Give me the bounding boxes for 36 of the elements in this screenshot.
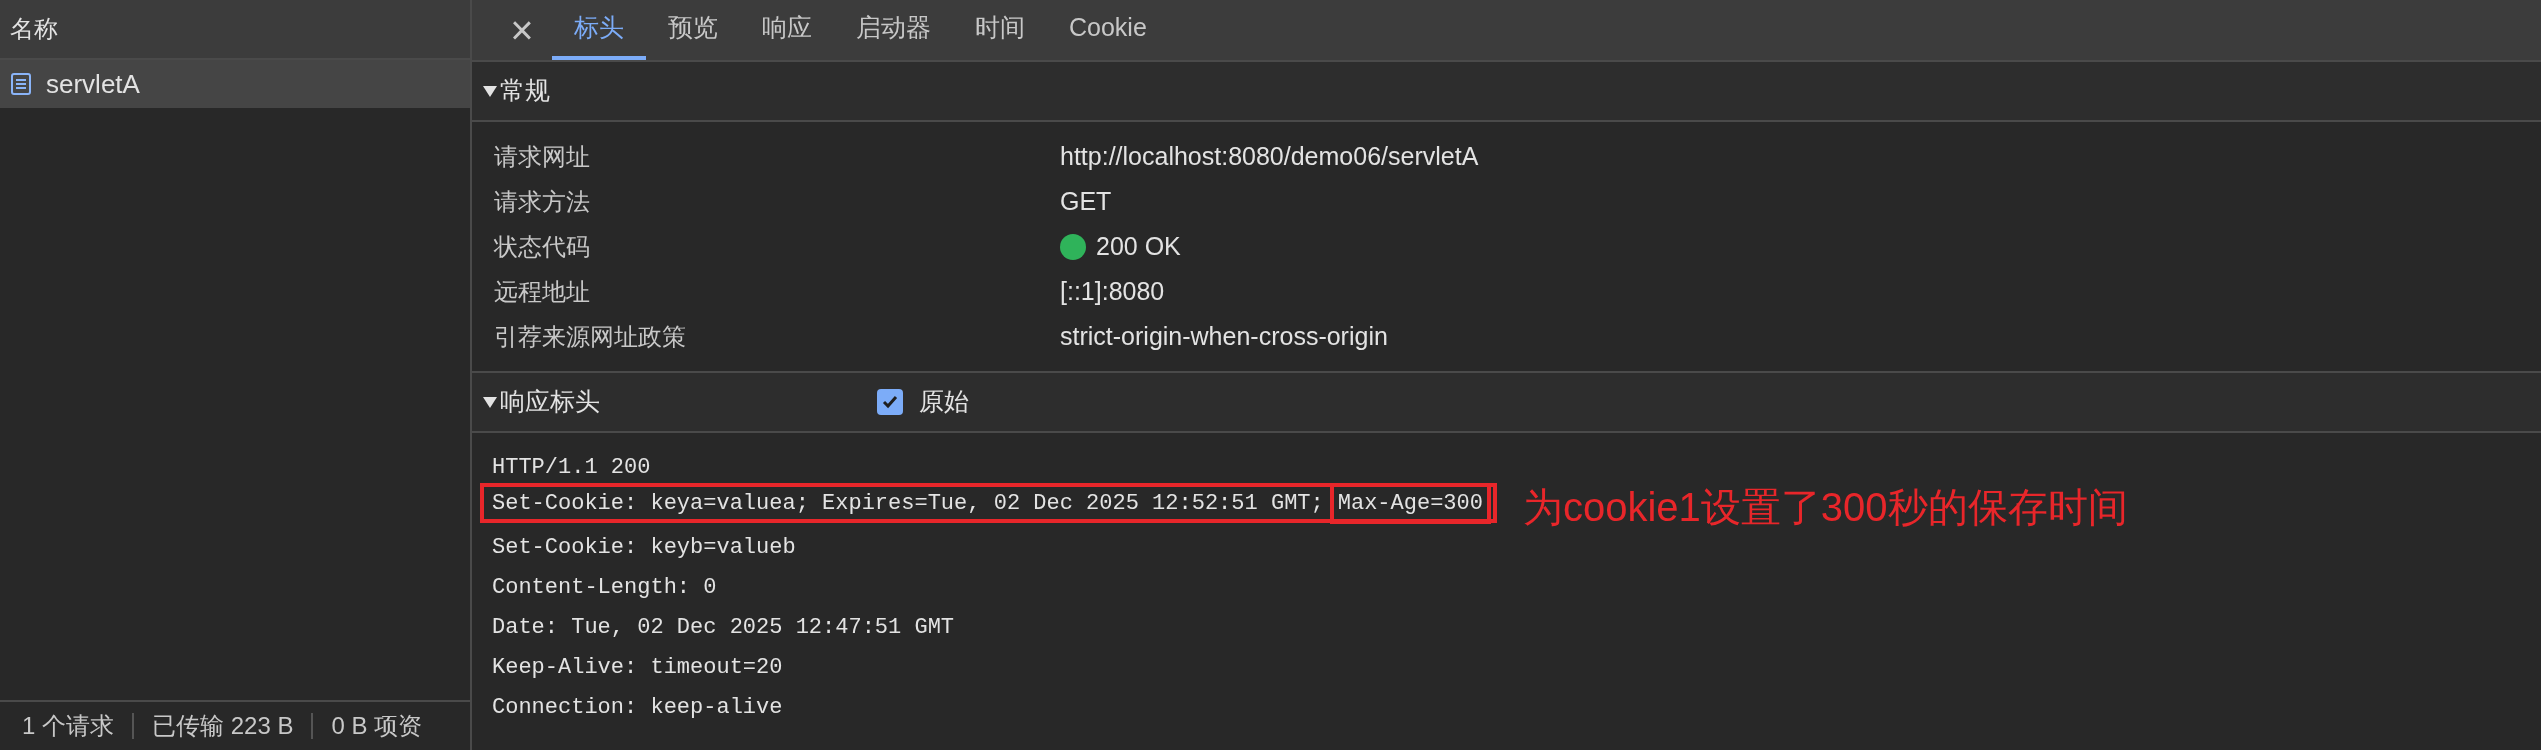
annotation-text: 为cookie1设置了300秒的保存时间	[1523, 487, 2128, 527]
field-label: 远程地址	[494, 276, 591, 307]
tab[interactable]: 响应	[740, 0, 834, 60]
header-line: Date: Tue, 02 Dec 2025 12:47:51 GMT	[492, 613, 955, 642]
document-icon	[10, 72, 32, 96]
status-text: 0 B 项资	[331, 711, 423, 741]
checkbox-label[interactable]: 原始	[919, 383, 969, 421]
field-value: http://localhost:8080/demo06/servletA	[1060, 140, 1479, 172]
header-line: Set-Cookie: keya=valuea; Expires=Tue, 02 Dec 2025 12:52:51 GMT;	[492, 489, 1324, 518]
field-label: 请求网址	[494, 141, 591, 172]
field-label: 状态代码	[494, 231, 591, 262]
field-value: [::1]:8080	[1060, 275, 1165, 307]
header-line: Set-Cookie: keyb=valueb	[492, 533, 796, 562]
tab[interactable]: 启动器	[834, 0, 953, 60]
caret-icon[interactable]	[482, 394, 498, 410]
section-title[interactable]: 响应标头	[500, 383, 600, 421]
tab[interactable]: 预览	[646, 0, 740, 60]
field-value: GET	[1060, 185, 1112, 217]
request-row[interactable]: servletA	[0, 60, 470, 108]
close-button[interactable]: ×	[492, 0, 552, 60]
header-line: Keep-Alive: timeout=20	[492, 653, 783, 682]
status-text: 1 个请求	[22, 711, 114, 741]
header-line: Connection: keep-alive	[492, 693, 783, 722]
tab[interactable]: 时间	[953, 0, 1047, 60]
header-line: Content-Length: 0	[492, 573, 717, 602]
caret-icon[interactable]	[482, 83, 498, 99]
column-header[interactable]: 名称	[10, 11, 58, 47]
field-value: 200 OK	[1096, 230, 1181, 262]
tab[interactable]: Cookie	[1047, 0, 1169, 60]
field-label: 请求方法	[494, 186, 591, 217]
status-text: 已传输 223 B	[152, 711, 294, 741]
field-value: strict-origin-when-cross-origin	[1060, 320, 1388, 352]
checkbox[interactable]	[877, 389, 903, 415]
header-line: HTTP/1.1 200	[492, 453, 651, 482]
section-title[interactable]: 常规	[500, 72, 550, 110]
field-label: 引荐来源网址政策	[494, 321, 687, 352]
